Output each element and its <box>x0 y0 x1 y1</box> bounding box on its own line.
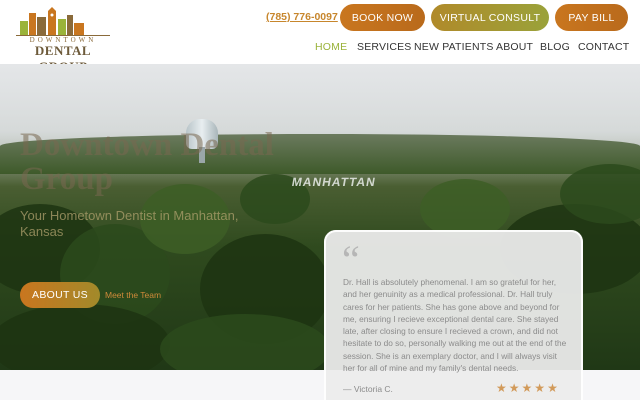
star-icon: ★ <box>547 381 558 395</box>
meet-the-team-link[interactable]: Meet the Team <box>105 290 161 300</box>
star-icon: ★ <box>496 381 507 395</box>
hillside-sign: MANHATTAN <box>290 175 378 189</box>
hero-title: Downtown Dental Group <box>20 127 274 197</box>
star-icon: ★ <box>521 381 533 395</box>
virtual-consult-button[interactable]: VIRTUAL CONSULT <box>431 4 549 31</box>
skyline-logo-icon <box>20 7 84 35</box>
phone-link[interactable]: (785) 776-0097 <box>266 11 338 23</box>
hero-subtitle: Your Hometown Dentist in Manhattan, Kans… <box>20 208 239 239</box>
nav-blog[interactable]: BLOG <box>540 41 570 53</box>
about-us-button[interactable]: ABOUT US <box>20 282 100 308</box>
star-rating: ★ ★ ★ ★ ★ <box>496 381 558 395</box>
pay-bill-button[interactable]: PAY BILL <box>555 4 628 31</box>
testimonial-card: “ Dr. Hall is absolutely phenomenal. I a… <box>324 230 583 400</box>
nav-contact[interactable]: CONTACT <box>578 41 629 53</box>
testimonial-author: — Victoria C. <box>343 384 393 394</box>
star-icon: ★ <box>534 381 546 395</box>
site-logo[interactable]: DOWNTOWN DENTAL GROUP <box>12 5 114 74</box>
nav-services[interactable]: SERVICES <box>357 41 412 53</box>
nav-new-patients[interactable]: NEW PATIENTS <box>414 41 494 53</box>
book-now-button[interactable]: BOOK NOW <box>340 4 425 31</box>
star-icon: ★ <box>508 381 520 395</box>
quote-icon: “ <box>342 237 360 282</box>
testimonial-text: Dr. Hall is absolutely phenomenal. I am … <box>343 277 567 374</box>
site-header: DOWNTOWN DENTAL GROUP (785) 776-0097 BOO… <box>0 0 640 74</box>
nav-about[interactable]: ABOUT <box>496 41 533 53</box>
nav-home[interactable]: HOME <box>315 41 347 53</box>
